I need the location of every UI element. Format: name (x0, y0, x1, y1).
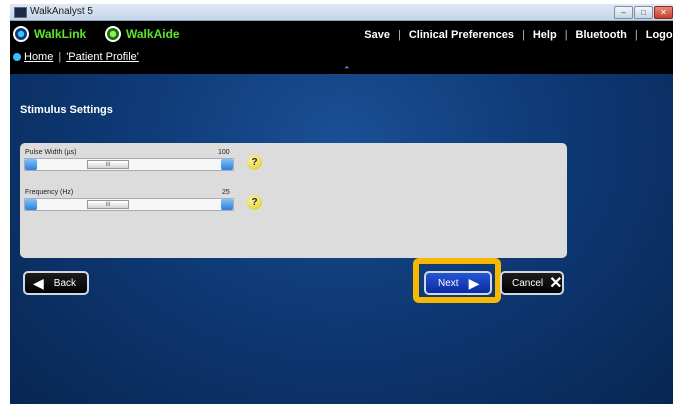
frequency-label: Frequency (Hz) (25, 189, 74, 196)
minimize-button[interactable]: – (614, 6, 633, 19)
main-content: Stimulus Settings Pulse Width (µs) 100 I… (10, 74, 673, 404)
bluetooth-link[interactable]: Bluetooth (576, 29, 627, 41)
pulse-width-value: 100 (218, 149, 230, 156)
pulse-width-label: Pulse Width (µs) (25, 149, 77, 156)
arrow-left-icon: ◀ (33, 274, 44, 291)
top-navigation: Save | Clinical Preferences | Help | Blu… (364, 29, 673, 41)
title-bar: WalkAnalyst 5 – □ ✕ (10, 4, 673, 21)
back-label: Back (53, 277, 77, 289)
increase-icon[interactable] (221, 199, 233, 210)
decrease-icon[interactable] (25, 199, 37, 210)
slider-thumb[interactable]: III (87, 200, 129, 209)
back-button[interactable]: ◀ Back (23, 271, 89, 295)
maximize-button[interactable]: □ (634, 6, 653, 19)
section-title: Stimulus Settings (20, 104, 113, 116)
pulse-width-slider[interactable]: III (24, 158, 234, 171)
help-link[interactable]: Help (533, 29, 557, 41)
save-link[interactable]: Save (364, 29, 390, 41)
top-bar: WalkLink WalkAide Save | Clinical Prefer… (10, 21, 673, 75)
walklink-logo[interactable]: WalkLink (13, 24, 86, 44)
frequency-slider[interactable]: III (24, 198, 234, 211)
walkaide-label: WalkAide (126, 27, 180, 41)
settings-panel: Pulse Width (µs) 100 III ? Frequency (Hz… (20, 143, 567, 258)
breadcrumb-home[interactable]: Home (24, 51, 53, 63)
next-button[interactable]: Next ▶ (424, 271, 492, 295)
walklink-logo-icon (13, 26, 29, 42)
app-window: WalkAnalyst 5 – □ ✕ WalkLink WalkAide Sa… (10, 4, 673, 404)
close-button[interactable]: ✕ (654, 6, 673, 19)
frequency-help-icon[interactable]: ? (247, 195, 262, 210)
app-icon (14, 7, 27, 18)
increase-icon[interactable] (221, 159, 233, 170)
pulse-width-help-icon[interactable]: ? (247, 155, 262, 170)
walkaide-logo-icon (105, 26, 121, 42)
breadcrumb: Home | 'Patient Profile' (10, 51, 139, 63)
logout-link[interactable]: Logout (646, 29, 673, 41)
frequency-value: 25 (222, 189, 230, 196)
walklink-label: WalkLink (34, 27, 87, 41)
cancel-x-icon: ✕ (549, 275, 563, 292)
cancel-button[interactable]: Cancel ✕ (500, 271, 564, 295)
window-title: WalkAnalyst 5 (30, 6, 93, 17)
home-icon (13, 53, 21, 61)
walkaide-logo[interactable]: WalkAide (105, 24, 180, 44)
next-label: Next (438, 277, 459, 289)
slider-thumb[interactable]: III (87, 160, 129, 169)
arrow-right-icon: ▶ (468, 274, 480, 291)
decrease-icon[interactable] (25, 159, 37, 170)
cancel-label: Cancel (512, 277, 544, 289)
clinical-preferences-link[interactable]: Clinical Preferences (409, 29, 514, 41)
breadcrumb-patient-profile[interactable]: 'Patient Profile' (66, 51, 139, 63)
